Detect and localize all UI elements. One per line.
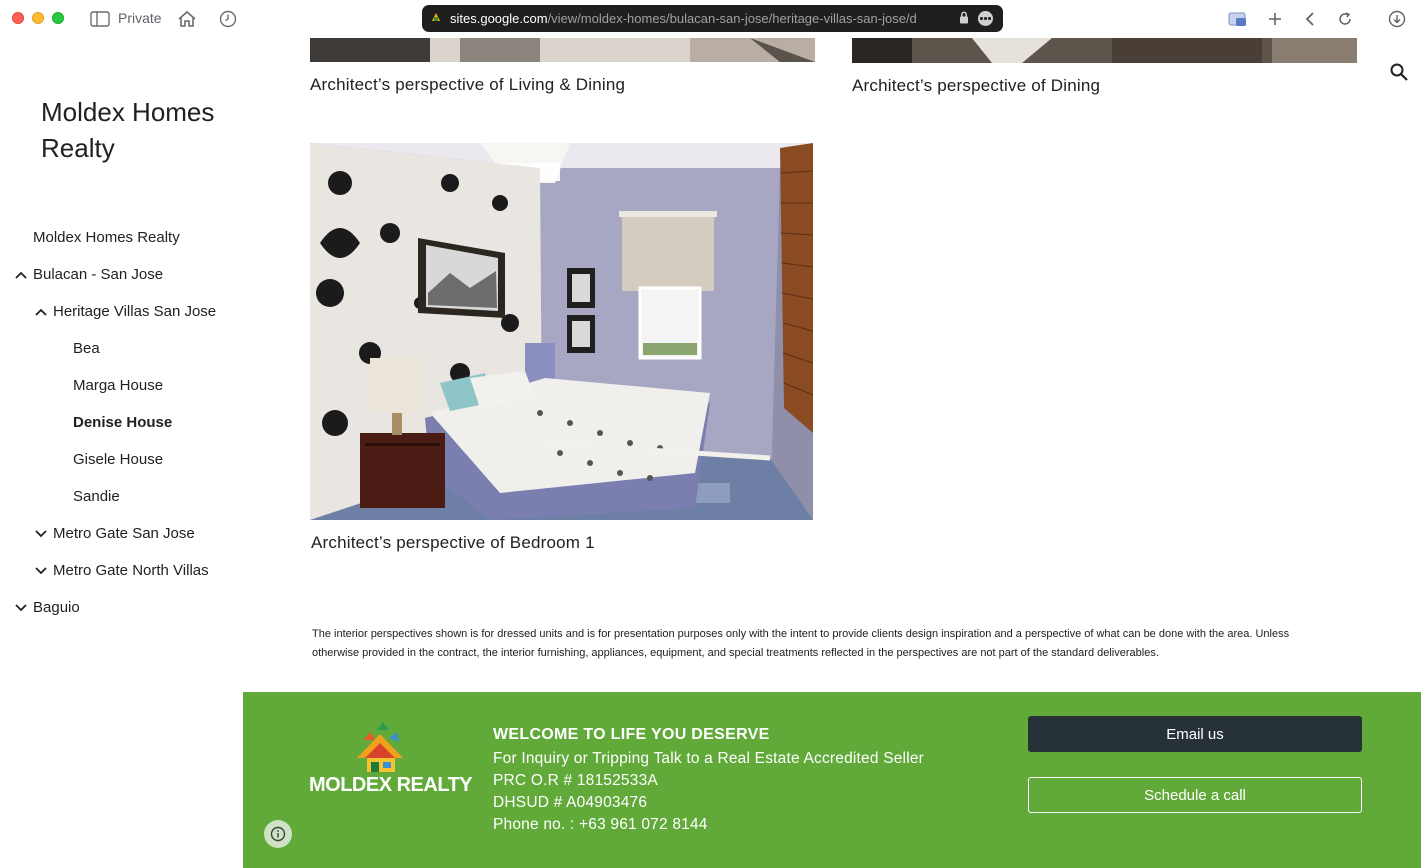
private-label: Private — [118, 10, 162, 26]
url-domain: sites.google.com — [450, 11, 548, 26]
nav-item-metro-gate-san-jose[interactable]: Metro Gate San Jose — [53, 523, 195, 543]
footer-dhsud-text: DHSUD # A04903476 — [493, 794, 648, 811]
browser-toolbar: Private sites.google.com/view/moldex-hom… — [0, 0, 1421, 38]
url-path: /view/moldex-homes/bulacan-san-jose/heri… — [547, 11, 917, 26]
close-window-button[interactable] — [12, 12, 24, 24]
info-icon[interactable] — [264, 820, 292, 848]
chevron-down-icon[interactable] — [14, 601, 28, 615]
footer-phone-text: Phone no. : +63 961 072 8144 — [493, 816, 708, 833]
chevron-up-icon[interactable] — [34, 305, 48, 319]
nav-item-bea[interactable]: Bea — [73, 338, 100, 358]
minimize-window-button[interactable] — [32, 12, 44, 24]
address-bar[interactable]: sites.google.com/view/moldex-homes/bulac… — [422, 5, 1003, 32]
back-icon[interactable] — [1300, 9, 1320, 29]
nav-item-denise-house[interactable]: Denise House — [73, 412, 172, 432]
zoom-window-button[interactable] — [52, 12, 64, 24]
living-dining-photo — [310, 38, 815, 62]
nav-item-sandie[interactable]: Sandie — [73, 486, 120, 506]
new-tab-icon[interactable] — [1265, 9, 1285, 29]
footer-prc-text: PRC O.R # 18152533A — [493, 772, 658, 789]
moldex-realty-logo[interactable]: MOLDEX REALTY — [305, 718, 473, 802]
footer-inquiry-text: For Inquiry or Tripping Talk to a Real E… — [493, 750, 925, 767]
caption-living-dining: Architect’s perspective of Living & Dini… — [310, 75, 626, 94]
nav-item-bulacan-san-jose[interactable]: Bulacan - San Jose — [33, 264, 163, 284]
schedule-call-button[interactable]: Schedule a call — [1028, 777, 1362, 813]
nav-item-metro-gate-north-villas[interactable]: Metro Gate North Villas — [53, 560, 209, 580]
disclaimer-text: The interior perspectives shown is for d… — [312, 628, 1290, 659]
chevron-up-icon[interactable] — [14, 268, 28, 282]
nav-item-baguio[interactable]: Baguio — [33, 597, 80, 617]
nav-item-gisele-house[interactable]: Gisele House — [73, 449, 163, 469]
nav-item-heritage-villas-san-jose[interactable]: Heritage Villas San Jose — [53, 301, 216, 321]
history-clock-icon[interactable] — [218, 9, 238, 29]
bedroom-photo[interactable] — [310, 143, 813, 520]
reload-icon[interactable] — [1335, 9, 1355, 29]
chevron-down-icon[interactable] — [34, 527, 48, 541]
dining-photo — [852, 38, 1357, 63]
site-favicon-icon — [430, 10, 442, 28]
search-icon[interactable] — [1389, 62, 1409, 87]
lock-icon — [959, 11, 969, 29]
caption-dining: Architect’s perspective of Dining — [852, 76, 1101, 95]
nav-item-marga-house[interactable]: Marga House — [73, 375, 163, 395]
logo-text: MOLDEX REALTY — [309, 774, 473, 796]
footer: MOLDEX REALTY WELCOME TO LIFE YOU DESERV… — [243, 692, 1421, 868]
nav-item-moldex-homes-realty[interactable]: Moldex Homes Realty — [33, 227, 180, 247]
footer-heading: WELCOME TO LIFE YOU DESERVE — [493, 726, 770, 743]
chevron-down-icon[interactable] — [34, 564, 48, 578]
email-us-button[interactable]: Email us — [1028, 716, 1362, 752]
downloads-icon[interactable] — [1387, 9, 1407, 29]
page-menu-icon[interactable] — [978, 11, 993, 26]
tab-overview-icon[interactable] — [1228, 9, 1248, 29]
url-text: sites.google.com/view/moldex-homes/bulac… — [450, 11, 944, 26]
sidebar-toggle-icon[interactable] — [90, 9, 110, 29]
caption-bedroom: Architect’s perspective of Bedroom 1 — [311, 533, 595, 552]
home-icon[interactable] — [177, 9, 197, 29]
site-title[interactable]: Moldex Homes Realty — [41, 94, 241, 166]
